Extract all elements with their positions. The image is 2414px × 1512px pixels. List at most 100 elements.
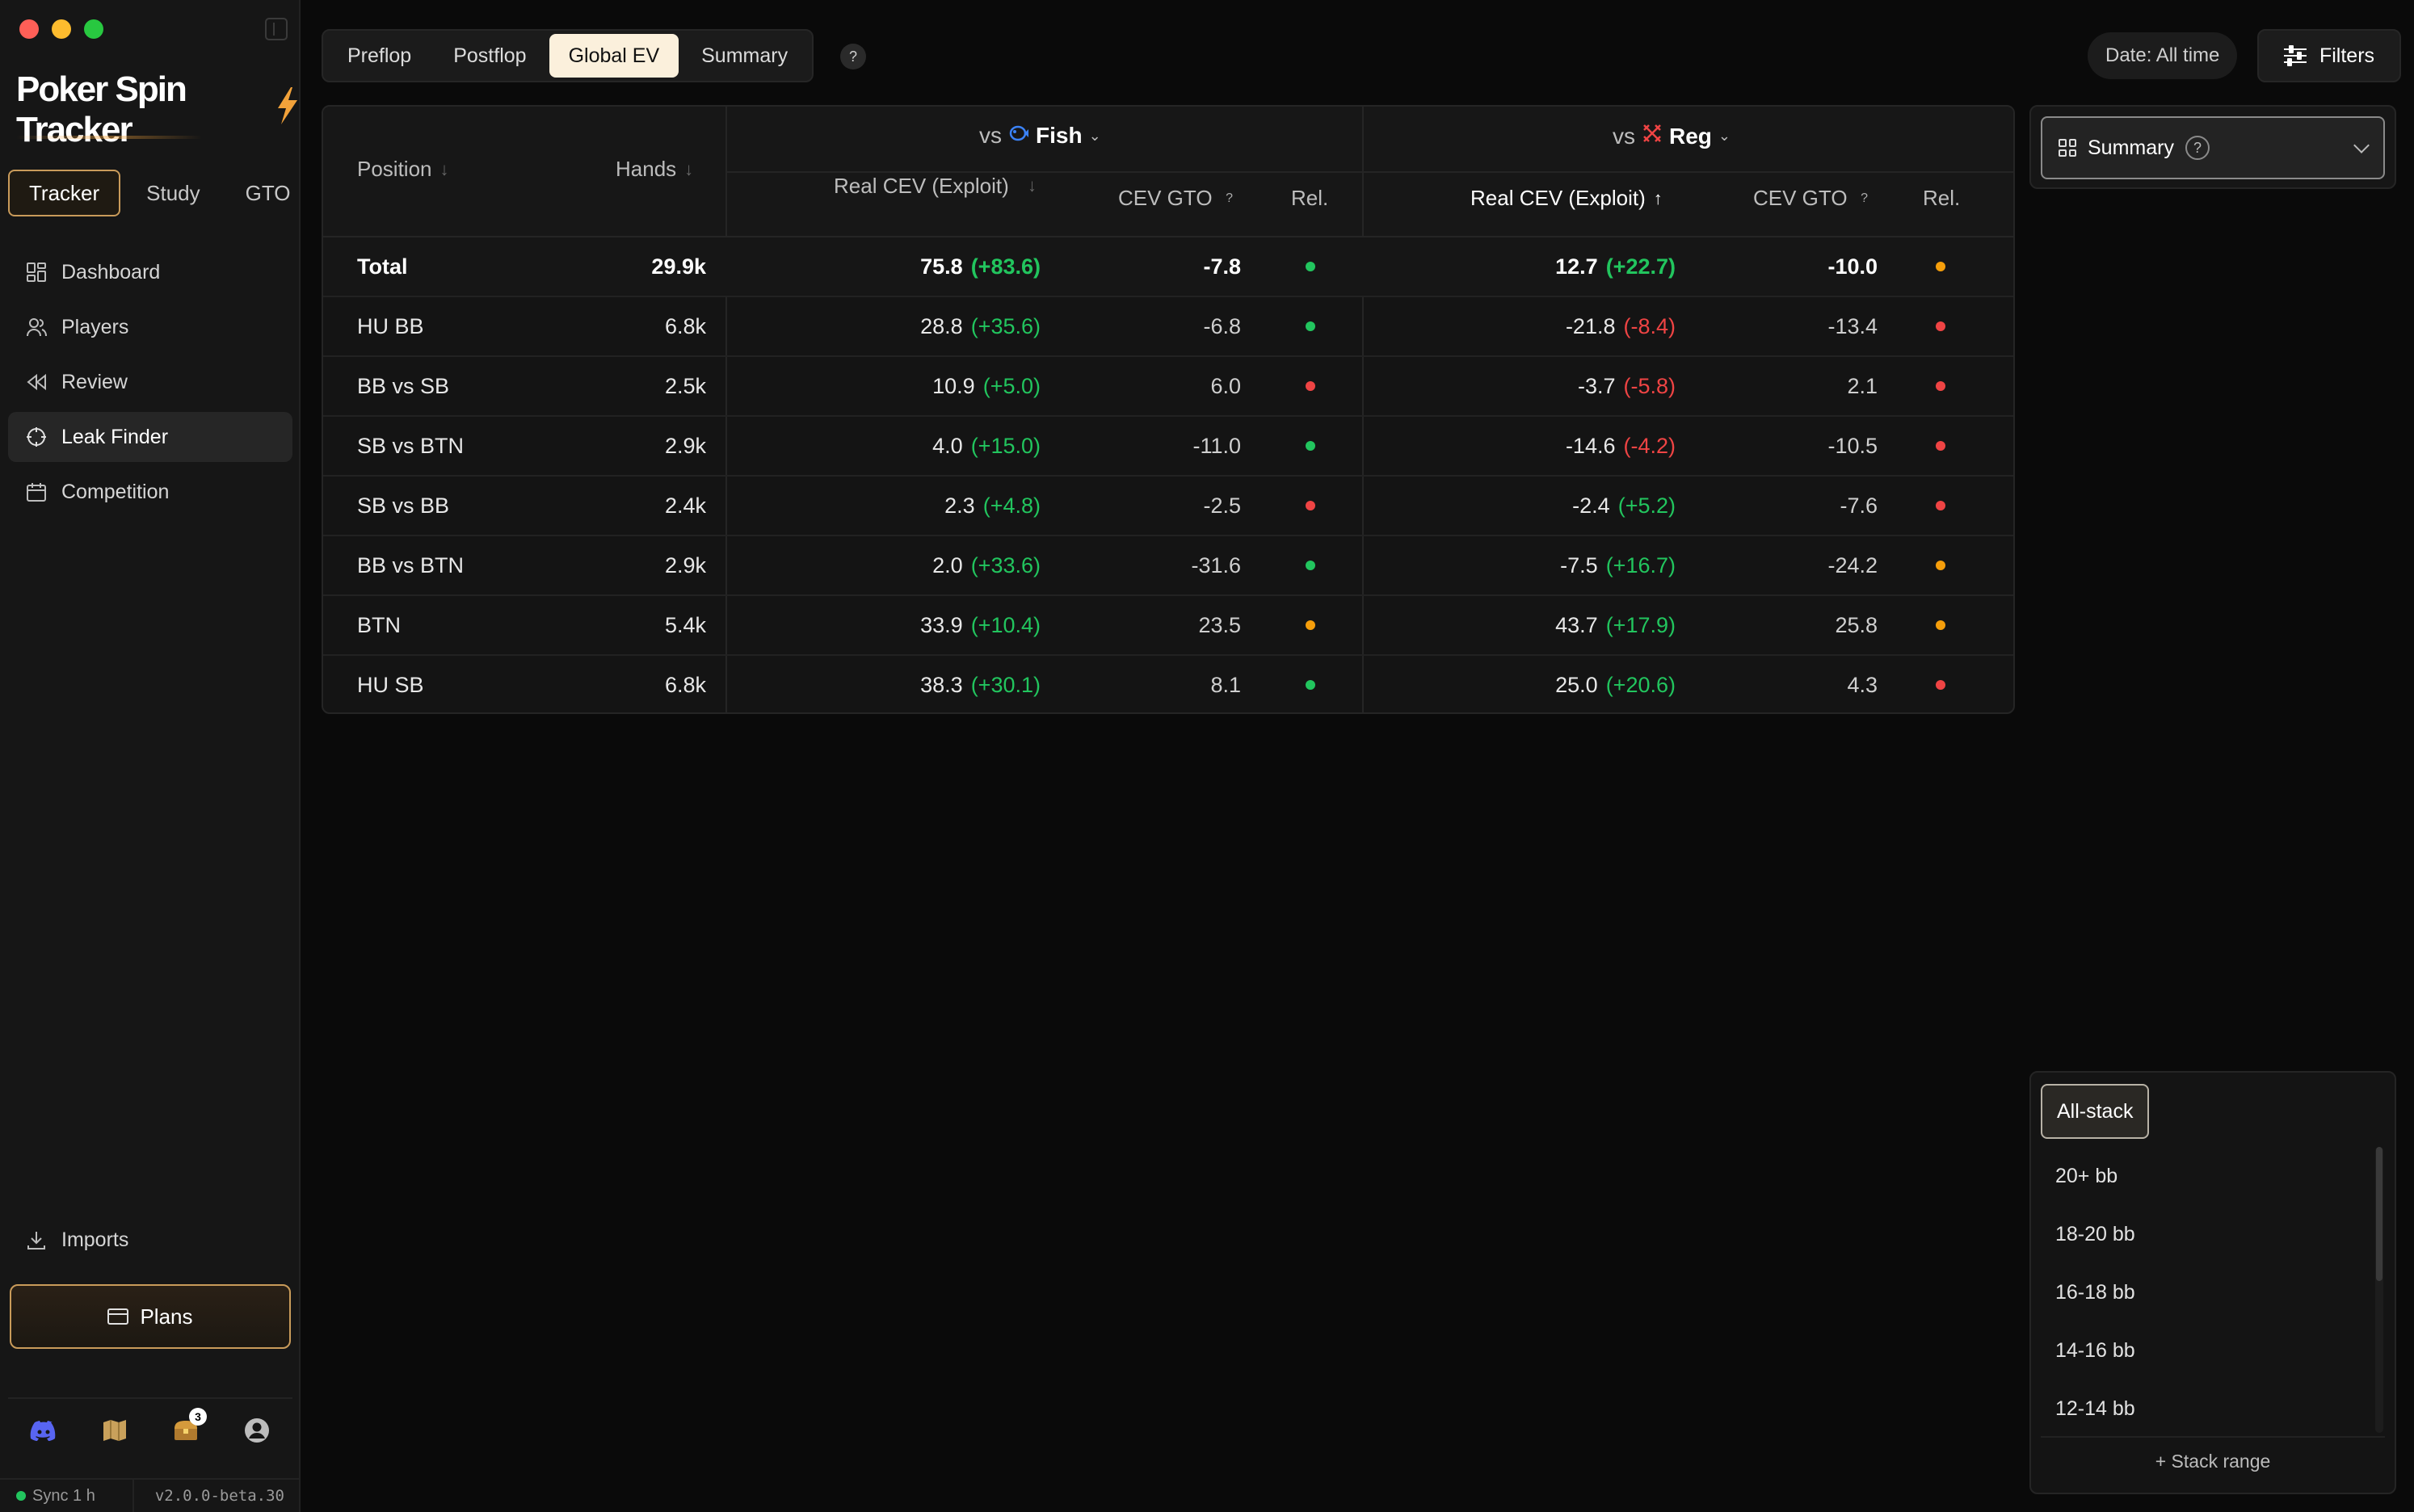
scrollbar-thumb[interactable] (2376, 1147, 2382, 1281)
cev-value: 12.7 (1555, 254, 1598, 279)
add-stack-range-button[interactable]: + Stack range (2041, 1436, 2385, 1485)
mode-tabs: Tracker Study GTO (8, 170, 310, 216)
cell-reg-rel (1936, 536, 1968, 594)
map-icon[interactable] (99, 1414, 131, 1447)
collapse-sidebar-icon[interactable] (265, 18, 288, 40)
cell-reg-gto: -24.2 (1827, 552, 1878, 578)
rewind-icon (26, 372, 47, 393)
table-header: Position ↓ Hands ↓ vs Fish ⌄ Real CEV (E… (323, 107, 2013, 712)
col-header-label: CEV GTO (1118, 186, 1213, 210)
table-row[interactable]: HU BB 6.8k 28.8 (+35.6) -6.8 -21.8 (-8.4) -13.4 (323, 297, 2013, 357)
reliability-dot (1936, 620, 1945, 630)
cev-value: 28.8 (920, 313, 963, 338)
table-row[interactable]: SB vs BB 2.4k 2.3 (+4.8) -2.5 -2.4 (+5.2) -7.6 (323, 477, 2013, 536)
filters-button[interactable]: Filters (2257, 29, 2401, 82)
cell-fish-cev: 4.0 (+15.0) (759, 417, 1041, 475)
stack-range-item[interactable]: 18-20 bb (2041, 1205, 2372, 1263)
table-row[interactable]: HU SB 6.8k 38.3 (+30.1) 8.1 25.0 (+20.6) 4.3 (323, 656, 2013, 712)
cell-reg-rel (1936, 297, 1968, 355)
cell-position: HU BB (357, 313, 424, 338)
reliability-dot (1936, 262, 1945, 271)
stack-range-item[interactable]: 14-16 bb (2041, 1321, 2372, 1380)
group-header-fish[interactable]: vs Fish ⌄ (979, 123, 1101, 149)
help-icon[interactable]: ? (1221, 190, 1239, 208)
discord-icon[interactable] (27, 1414, 60, 1447)
reliability-dot (1936, 680, 1945, 690)
cev-delta: (+30.1) (970, 672, 1041, 697)
cell-fish-gto: 23.5 (1198, 612, 1241, 637)
col-header-fish-gto[interactable]: CEV GTO ? (1118, 186, 1239, 211)
header-divider (1362, 171, 2013, 173)
group-header-reg[interactable]: vs Reg ⌄ (1613, 123, 1731, 149)
scrollbar[interactable] (2375, 1147, 2383, 1433)
sidebar-item-label: Players (61, 315, 129, 338)
mode-tab-gto[interactable]: GTO (226, 170, 310, 216)
status-bar: Sync 1 h v2.0.0-beta.30 (0, 1478, 301, 1512)
reliability-dot (1306, 501, 1315, 510)
col-header-label: Real CEV (Exploit) (834, 173, 1009, 198)
crosshair-icon (26, 426, 47, 447)
tab-global-ev[interactable]: Global EV (549, 34, 679, 78)
tab-preflop[interactable]: Preflop (328, 34, 431, 78)
sort-arrow-icon: ↓ (1028, 175, 1037, 195)
cev-delta: (+10.4) (970, 612, 1041, 637)
maximize-window-button[interactable] (84, 19, 103, 39)
fish-icon (1008, 123, 1029, 149)
col-header-reg-cev[interactable]: Real CEV (Exploit) ↑ (1470, 186, 1663, 211)
global-ev-table: Position ↓ Hands ↓ vs Fish ⌄ Real CEV (E… (322, 105, 2015, 714)
col-header-hands[interactable]: Hands ↓ (616, 157, 693, 182)
stack-range-all[interactable]: All-stack (2041, 1084, 2150, 1139)
reliability-dot (1936, 441, 1945, 451)
version-label: v2.0.0-beta.30 (154, 1487, 284, 1505)
summary-select[interactable]: Summary ? (2041, 116, 2385, 179)
table-row[interactable]: SB vs BTN 2.9k 4.0 (+15.0) -11.0 -14.6 (-4.2) -… (323, 417, 2013, 477)
table-row[interactable]: BTN 5.4k 33.9 (+10.4) 23.5 43.7 (+17.9) 25.8 (323, 596, 2013, 656)
sidebar-item-leak-finder[interactable]: Leak Finder (8, 412, 292, 462)
col-header-fish-rel[interactable]: Rel. (1291, 186, 1328, 211)
col-header-label: Position (357, 157, 432, 181)
help-icon[interactable]: ? (1856, 190, 1874, 208)
cell-fish-gto: -6.8 (1203, 313, 1241, 338)
credit-card-icon (107, 1308, 129, 1325)
treasure-chest-icon[interactable]: 3 (170, 1408, 207, 1447)
group-label: Fish (1036, 123, 1083, 148)
help-icon[interactable]: ? (840, 44, 866, 69)
stack-range-item[interactable]: 12-14 bb (2041, 1380, 2372, 1438)
col-header-label: Hands (616, 157, 677, 181)
close-window-button[interactable] (19, 19, 39, 39)
table-row[interactable]: BB vs SB 2.5k 10.9 (+5.0) 6.0 -3.7 (-5.8) 2.1 (323, 357, 2013, 417)
cev-delta: (+17.9) (1605, 612, 1676, 637)
sidebar-item-label: Dashboard (61, 260, 161, 284)
account-icon[interactable] (241, 1414, 273, 1447)
sidebar-item-competition[interactable]: Competition (8, 467, 292, 517)
cell-reg-gto: -10.5 (1827, 433, 1878, 458)
stack-range-item[interactable]: 20+ bb (2041, 1147, 2372, 1205)
sidebar-item-players[interactable]: Players (8, 302, 292, 352)
cell-reg-gto: -10.0 (1827, 254, 1878, 279)
table-row[interactable]: BB vs BTN 2.9k 2.0 (+33.6) -31.6 -7.5 (+16.7) -… (323, 536, 2013, 596)
sidebar-item-dashboard[interactable]: Dashboard (8, 247, 292, 297)
cell-fish-rel (1306, 536, 1338, 594)
col-header-position[interactable]: Position ↓ (357, 157, 449, 182)
mode-tab-tracker[interactable]: Tracker (8, 170, 121, 216)
cell-reg-gto: 4.3 (1847, 672, 1878, 697)
tab-summary[interactable]: Summary (682, 34, 807, 78)
cell-hands: 2.5k (664, 373, 706, 398)
sidebar-item-review[interactable]: Review (8, 357, 292, 407)
minimize-window-button[interactable] (52, 19, 71, 39)
tab-postflop[interactable]: Postflop (434, 34, 545, 78)
col-header-reg-gto[interactable]: CEV GTO ? (1753, 186, 1874, 211)
mode-tab-study[interactable]: Study (127, 170, 220, 216)
cell-fish-gto: -31.6 (1191, 552, 1241, 578)
stack-range-item[interactable]: 16-18 bb (2041, 1263, 2372, 1321)
table-row-total[interactable]: Total 29.9k 75.8 (+83.6) -7.8 12.7 (+22.7) -10.… (323, 237, 2013, 297)
plans-button[interactable]: Plans (10, 1284, 291, 1349)
col-header-reg-rel[interactable]: Rel. (1923, 186, 1960, 211)
reliability-dot (1306, 680, 1315, 690)
cev-delta: (+4.8) (982, 493, 1041, 518)
help-icon[interactable]: ? (2185, 136, 2210, 160)
date-filter-button[interactable]: Date: All time (2088, 32, 2238, 79)
sidebar-item-imports[interactable]: Imports (8, 1215, 292, 1265)
cev-delta: (+16.7) (1605, 552, 1676, 578)
cell-position: BTN (357, 612, 401, 637)
